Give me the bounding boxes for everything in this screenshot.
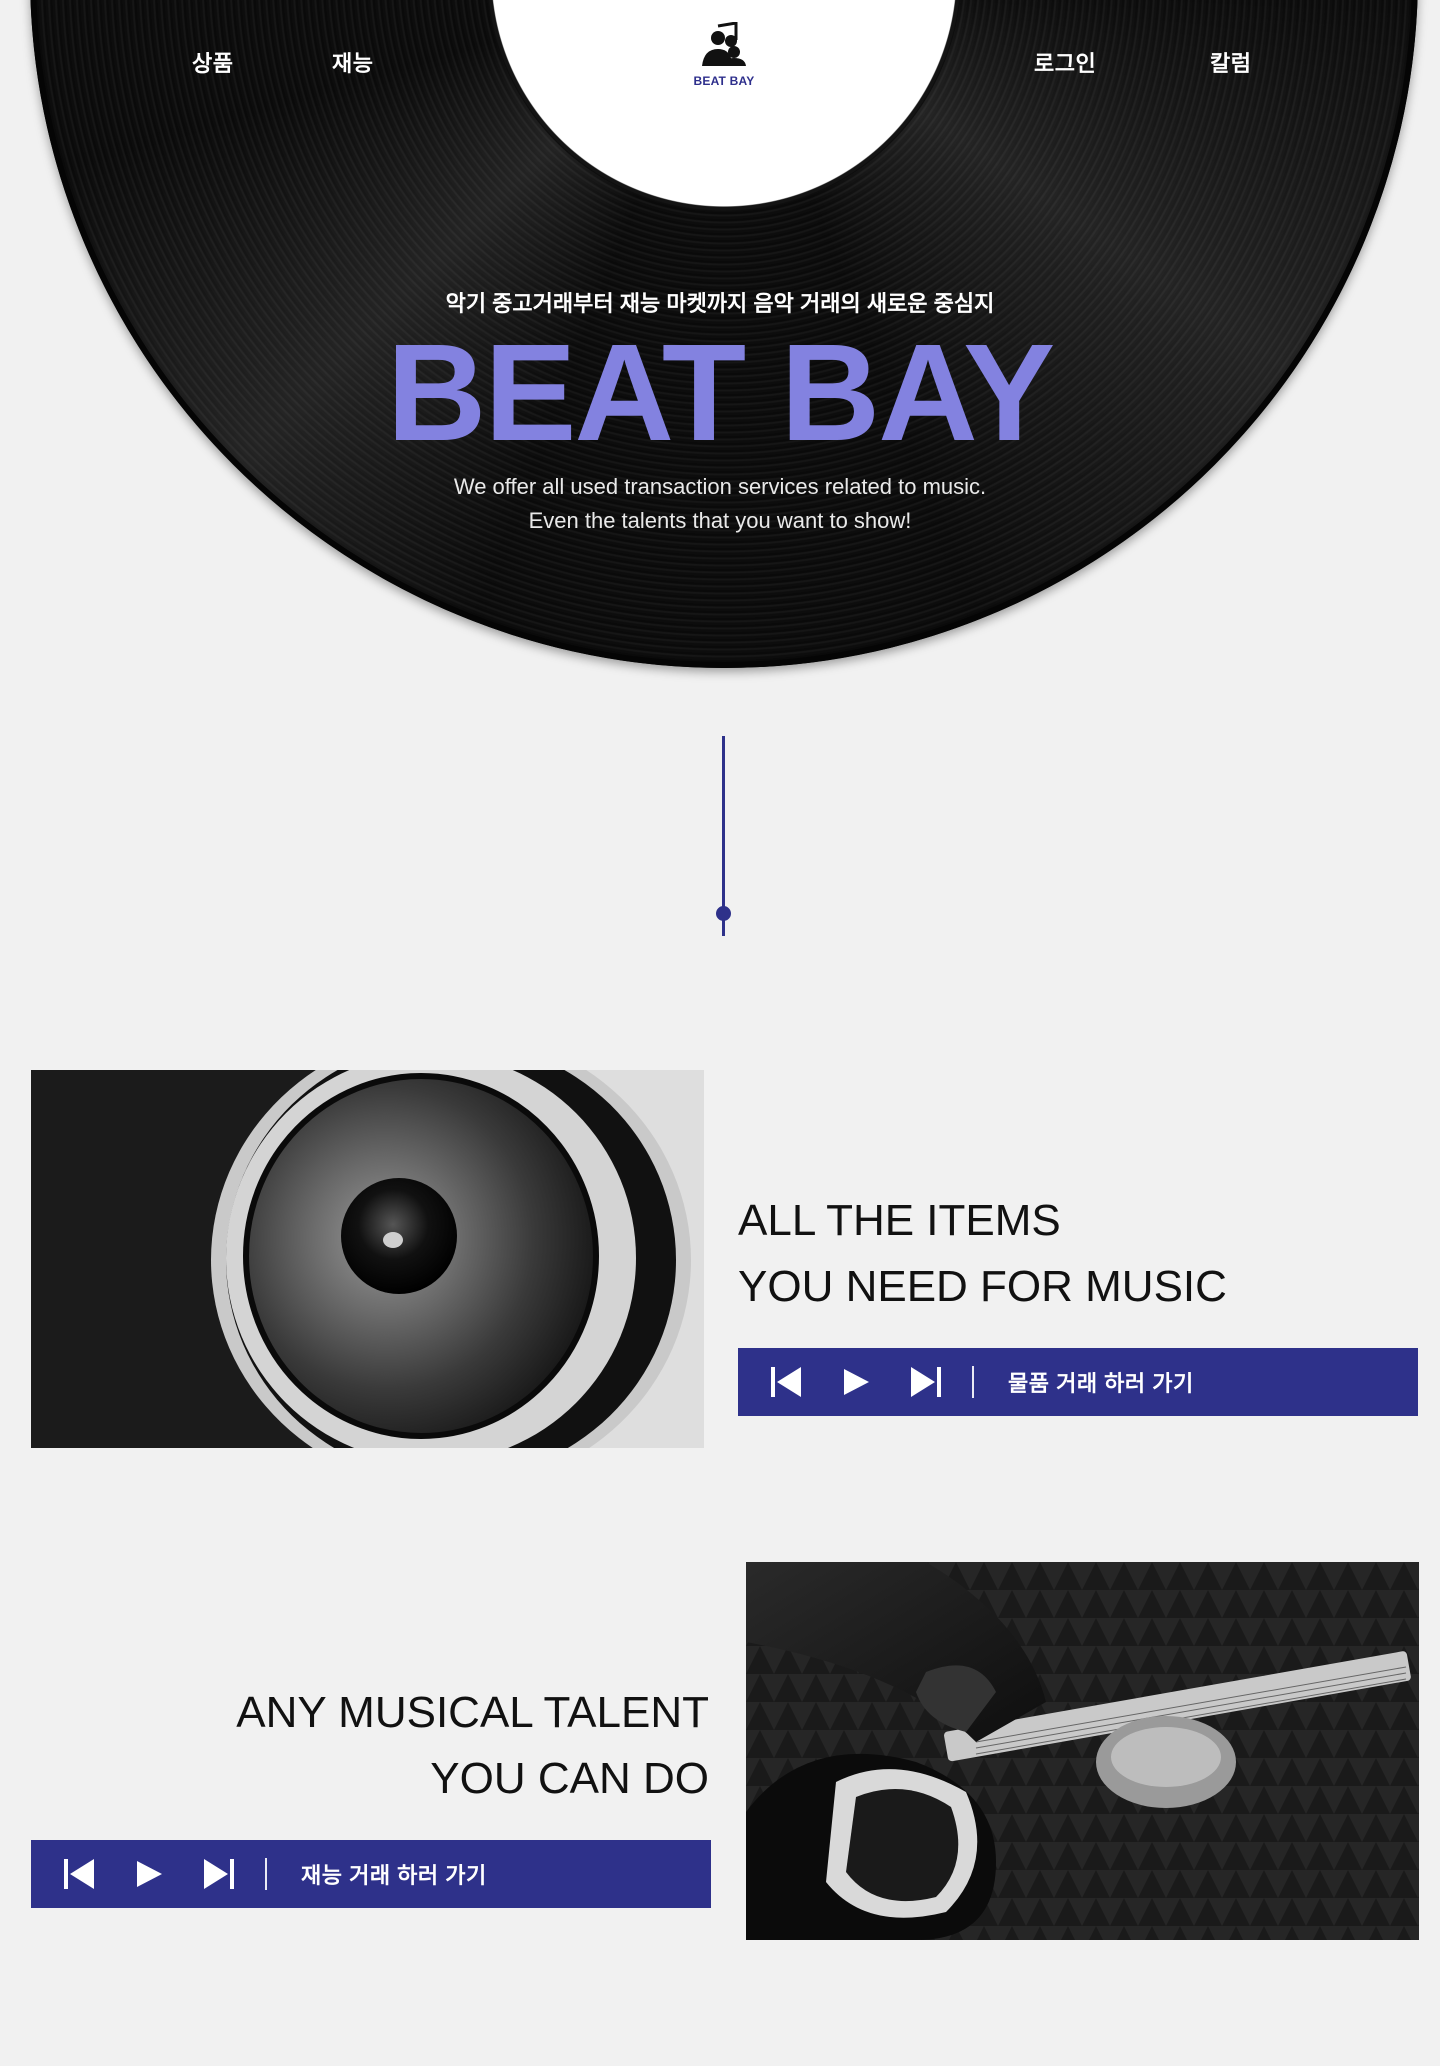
hero-section: 상품 재능 로그인 칼럼 BEAT BAY 악기 중고거래부터 재능 마켓까지 …	[0, 0, 1440, 690]
items-title-line-1: ALL THE ITEMS	[738, 1196, 1061, 1245]
player-divider	[265, 1858, 267, 1890]
items-title-line-2: YOU NEED FOR MUSIC	[738, 1262, 1227, 1311]
music-people-icon	[688, 22, 760, 72]
skip-forward-icon[interactable]	[197, 1852, 241, 1896]
hero-desc-line-1: We offer all used transaction services r…	[453, 474, 987, 499]
scroll-indicator-dot	[716, 906, 731, 921]
hero-subtitle: 악기 중고거래부터 재능 마켓까지 음악 거래의 새로운 중심지	[445, 291, 995, 316]
talent-cta-bar[interactable]: 재능 거래 하러 가기	[31, 1840, 711, 1908]
talent-title-line-1: ANY MUSICAL TALENT	[236, 1688, 709, 1737]
talent-title-line-2: YOU CAN DO	[430, 1754, 709, 1803]
player-divider	[972, 1366, 974, 1398]
skip-back-icon[interactable]	[764, 1360, 808, 1404]
nav-column[interactable]: 칼럼	[1210, 46, 1251, 78]
logo[interactable]: BEAT BAY	[688, 22, 760, 88]
hero-title: BEAT BAY	[386, 316, 1055, 470]
hero-description: We offer all used transaction services r…	[0, 470, 1440, 538]
skip-forward-icon[interactable]	[904, 1360, 948, 1404]
play-icon[interactable]	[834, 1360, 878, 1404]
skip-back-icon[interactable]	[57, 1852, 101, 1896]
talent-cta-link[interactable]: 재능 거래 하러 가기	[301, 1858, 487, 1890]
logo-text: BEAT BAY	[693, 74, 755, 88]
nav-products[interactable]: 상품	[192, 46, 233, 78]
speaker-photo	[31, 1070, 704, 1448]
items-cta-link[interactable]: 물품 거래 하러 가기	[1008, 1366, 1194, 1398]
nav-talent[interactable]: 재능	[332, 46, 373, 78]
items-cta-bar[interactable]: 물품 거래 하러 가기	[738, 1348, 1418, 1416]
guitar-photo	[746, 1562, 1419, 1940]
hero-desc-line-2: Even the talents that you want to show!	[528, 508, 912, 533]
play-icon[interactable]	[127, 1852, 171, 1896]
nav-login[interactable]: 로그인	[1034, 46, 1096, 78]
